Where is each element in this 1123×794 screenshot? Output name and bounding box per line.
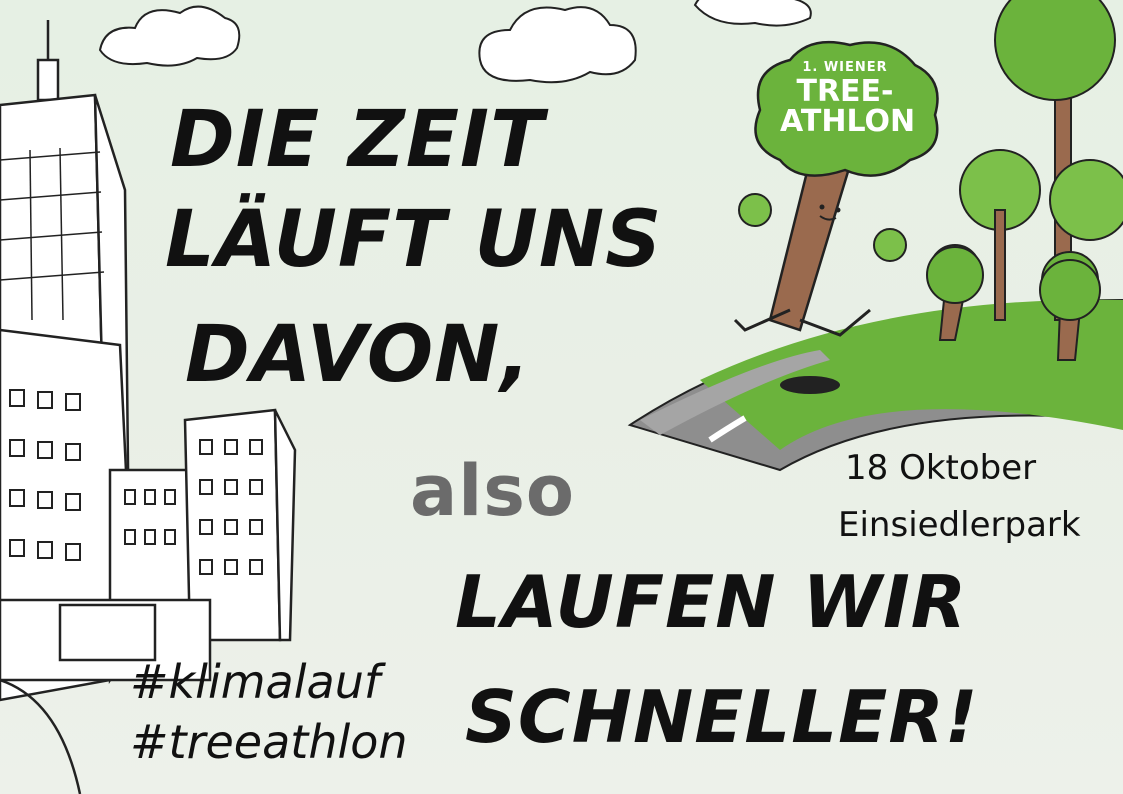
cloud-icon xyxy=(478,6,637,84)
logo-line2: ATHLON xyxy=(780,104,916,139)
road xyxy=(627,298,1123,472)
event-location: Einsiedlerpark xyxy=(838,505,1081,545)
headline-connector: also xyxy=(410,450,575,532)
headline-line5: SCHNELLER! xyxy=(465,675,979,759)
headline-line3: DAVON, xyxy=(185,310,532,400)
logo-prefix: 1. WIENER xyxy=(802,60,888,75)
headline-line4: LAUFEN WIR xyxy=(455,560,968,644)
cloud-icon xyxy=(693,0,812,27)
event-date: 18 Oktober xyxy=(845,448,1037,488)
hashtag-klimalauf: #klimalauf xyxy=(130,655,381,709)
headline-line2: LÄUFT UNS xyxy=(165,195,663,285)
hashtag-treeathlon: #treeathlon xyxy=(130,715,408,769)
headline-line1: DIE ZEIT xyxy=(170,95,545,185)
cloud-icon xyxy=(98,5,241,67)
